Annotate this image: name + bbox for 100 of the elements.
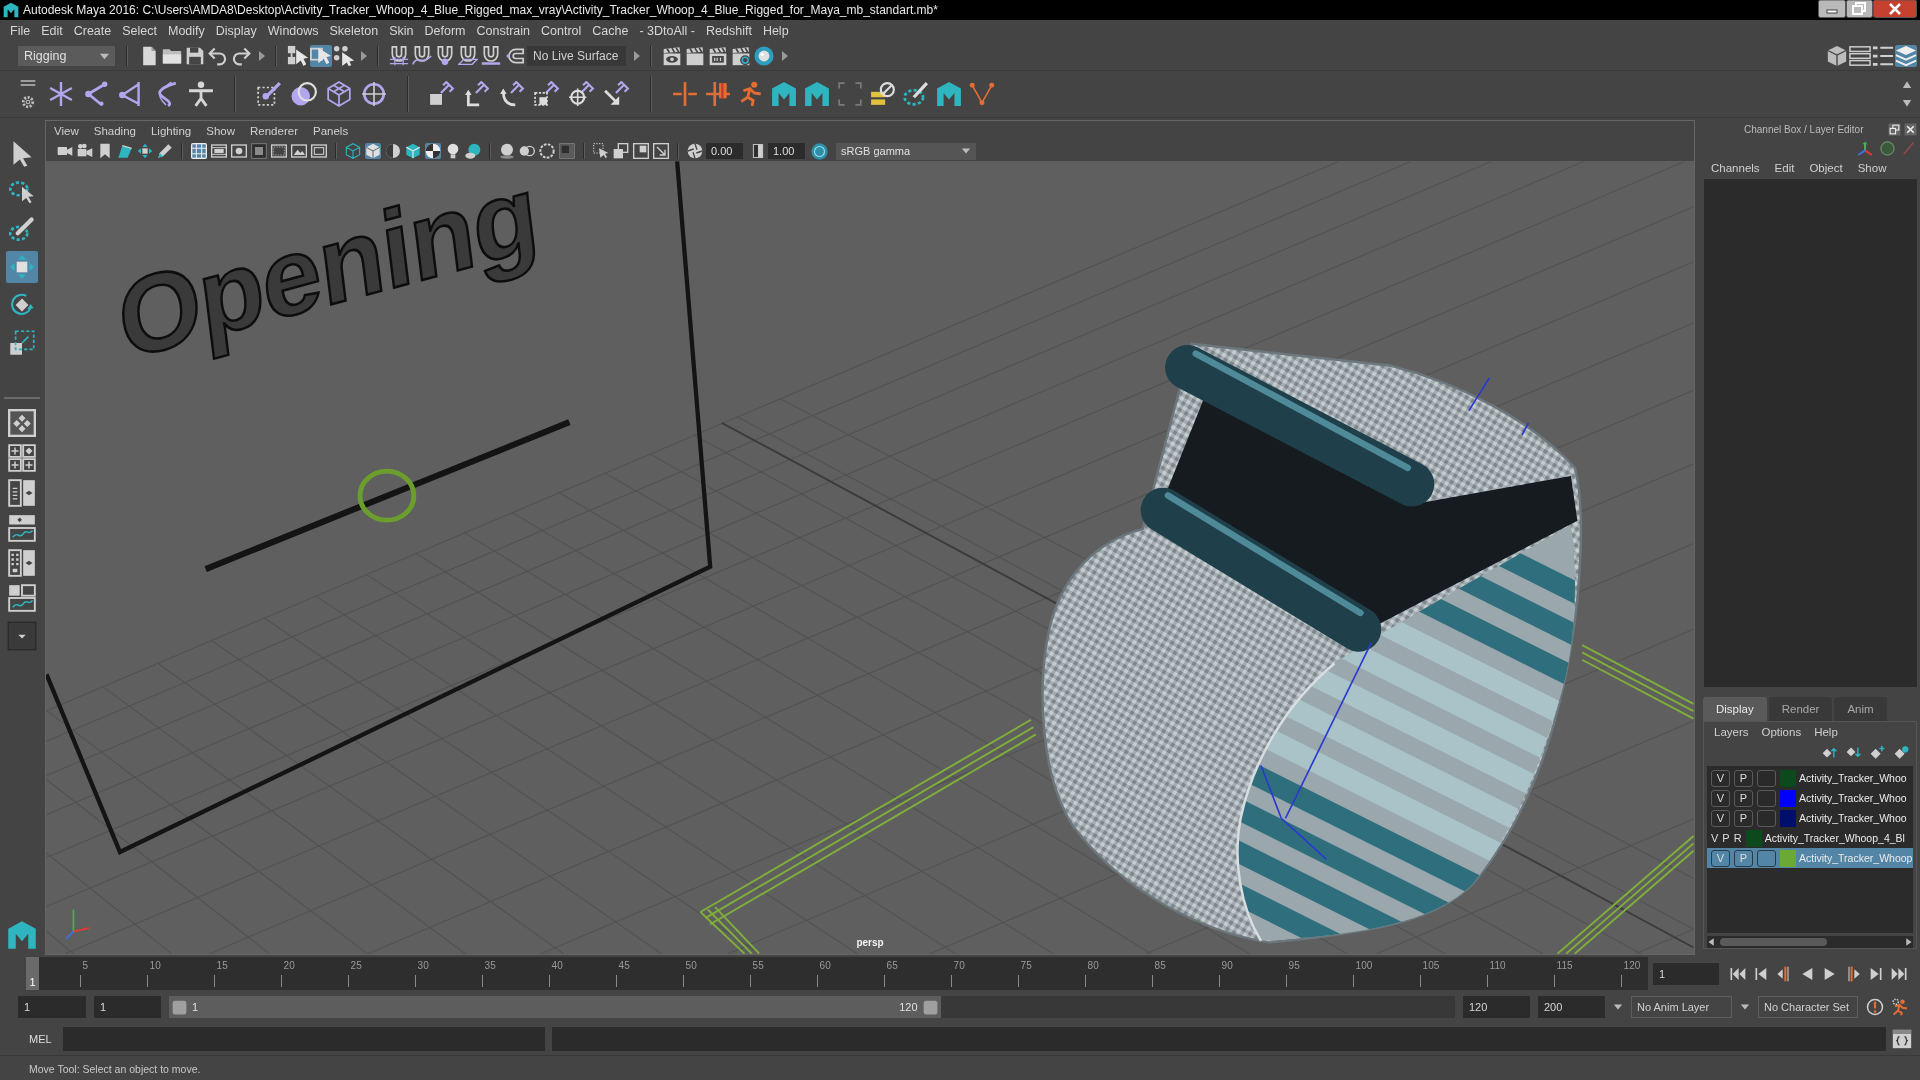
color-management-icon[interactable]: [811, 142, 828, 160]
running-figure-icon[interactable]: [1892, 998, 1910, 1016]
four-arrows-icon[interactable]: [137, 143, 153, 159]
folder-icon[interactable]: [162, 46, 182, 66]
clapperboard-eye-icon[interactable]: [662, 46, 682, 66]
list-icon[interactable]: [1849, 45, 1871, 67]
close-icon[interactable]: [1904, 123, 1917, 137]
start-frame-field[interactable]: 1: [18, 996, 86, 1018]
alert-circle-icon[interactable]: [1866, 998, 1884, 1016]
cursor-box-icon[interactable]: [593, 143, 609, 159]
framed-square-icon[interactable]: [633, 143, 649, 159]
slider-handle-icon[interactable]: [172, 999, 187, 1015]
layer-row[interactable]: V P Activity_Tracker_Whoo: [1707, 808, 1913, 828]
solid-cube-icon[interactable]: [365, 143, 381, 159]
menu-item[interactable]: Create: [73, 24, 112, 38]
two-pane-layout-icon[interactable]: [8, 479, 36, 507]
link-curved-arrow-icon[interactable]: [499, 81, 525, 107]
live-surface-field[interactable]: No Live Surface: [527, 46, 626, 66]
expand-arrow-icon[interactable]: [361, 51, 367, 61]
anim-layer-dropdown[interactable]: No Anim Layer: [1631, 996, 1732, 1018]
brush-lasso-icon[interactable]: [903, 81, 929, 107]
step-back-icon[interactable]: [1753, 965, 1769, 982]
current-frame-field[interactable]: 1: [1653, 962, 1719, 985]
reference-toggle[interactable]: R: [1733, 832, 1742, 844]
bookmark-icon[interactable]: [97, 143, 113, 159]
skip-to-start-icon[interactable]: [1730, 965, 1746, 982]
menu-item[interactable]: Skeleton: [329, 24, 379, 38]
crosshair-flag-icon[interactable]: [705, 81, 731, 107]
exposure-field[interactable]: 0.00: [706, 143, 743, 159]
tab[interactable]: Display: [1703, 697, 1767, 721]
playback-toggle[interactable]: P: [1734, 769, 1753, 787]
tab[interactable]: Render: [1768, 697, 1833, 721]
link-square-icon[interactable]: [429, 81, 455, 107]
playback-toggle[interactable]: P: [1734, 789, 1753, 807]
layer-row[interactable]: V P Activity_Tracker_Whoo: [1707, 788, 1913, 808]
menu-item[interactable]: Edit: [1774, 162, 1795, 175]
overlapping-spheres-icon[interactable]: [291, 81, 317, 107]
color-swatch-icon[interactable]: [1745, 829, 1762, 847]
menu-item[interactable]: Lighting: [150, 125, 192, 137]
menu-item[interactable]: Modify: [168, 24, 205, 38]
menu-item[interactable]: View: [54, 125, 79, 137]
shadow-sphere-icon[interactable]: [465, 143, 481, 159]
magnet-point-icon[interactable]: [435, 46, 455, 66]
redo-icon[interactable]: [231, 46, 251, 66]
layer-row[interactable]: V P Activity_Tracker_Whoo: [1707, 768, 1913, 788]
shaded-square-icon[interactable]: [559, 143, 575, 159]
menu-item[interactable]: Display: [215, 24, 257, 38]
playback-start-field[interactable]: 1: [94, 996, 161, 1018]
cube-icon[interactable]: [1826, 45, 1848, 67]
menu-item[interactable]: Edit: [41, 24, 63, 38]
expand-arrow-icon[interactable]: [782, 51, 788, 61]
next-key-icon[interactable]: [1845, 965, 1861, 982]
menu-item[interactable]: Renderer: [250, 125, 298, 137]
command-language-label[interactable]: MEL: [29, 1032, 63, 1045]
running-figure-icon[interactable]: [738, 81, 764, 107]
caret-icon[interactable]: [1613, 1002, 1623, 1012]
color-swatch-icon[interactable]: [1780, 809, 1796, 827]
settings-icon[interactable]: [21, 95, 35, 109]
playback-end-field[interactable]: 120: [1463, 996, 1530, 1018]
color-swatch-icon[interactable]: [1780, 849, 1796, 867]
link-diagonal-arrow-icon[interactable]: [604, 81, 630, 107]
link-scale-icon[interactable]: [534, 81, 560, 107]
scrollbar-thumb[interactable]: [1720, 938, 1827, 946]
ring-control[interactable]: [357, 468, 417, 523]
visibility-toggle[interactable]: V: [1711, 789, 1730, 807]
color-swatch-icon[interactable]: [1780, 769, 1796, 787]
visibility-toggle[interactable]: V: [1711, 769, 1730, 787]
shaded-frame-icon[interactable]: [251, 143, 267, 159]
skip-to-end-icon[interactable]: [1891, 965, 1907, 982]
menu-item[interactable]: File: [10, 24, 31, 38]
diamond-dot-icon[interactable]: [1893, 744, 1910, 760]
figure-icon[interactable]: [188, 81, 214, 107]
time-slider[interactable]: 5 10 15 20 25 30 35 40 45 50 55 60 65 70 75 80 85 90 95 100 105 110 115 120 1: [26, 957, 1648, 990]
image-plane-icon[interactable]: [117, 143, 133, 159]
menu-item[interactable]: - 3DtoAll -: [639, 24, 695, 38]
menu-item[interactable]: Help: [1814, 726, 1838, 738]
grid-icon[interactable]: [191, 143, 207, 159]
circle-toggle-icon[interactable]: [1880, 141, 1895, 156]
joint-chain-icon[interactable]: [83, 81, 109, 107]
dotted-frame-icon[interactable]: [271, 143, 287, 159]
diamond-plus-icon[interactable]: [1869, 744, 1886, 760]
shelf-menu-icon[interactable]: [20, 79, 36, 87]
menu-item[interactable]: Shading: [93, 125, 136, 137]
reference-toggle[interactable]: [1757, 849, 1776, 867]
scroll-left-icon[interactable]: [1707, 937, 1716, 947]
four-pane-layout-icon[interactable]: [8, 444, 36, 472]
playback-toggle[interactable]: P: [1722, 832, 1730, 844]
script-editor-icon[interactable]: [1892, 1028, 1912, 1049]
overlapping-squares-icon[interactable]: [613, 143, 629, 159]
reference-toggle[interactable]: [1757, 789, 1776, 807]
rig-control-line[interactable]: [204, 419, 571, 572]
clapperboard-icon[interactable]: [685, 46, 705, 66]
side-pane-layout-icon[interactable]: [8, 549, 36, 577]
gamma-field[interactable]: 1.00: [768, 143, 805, 159]
link-target-icon[interactable]: [569, 81, 595, 107]
restore-icon[interactable]: [1846, 0, 1873, 18]
menu-item[interactable]: Select: [122, 24, 157, 38]
vertex-path-icon[interactable]: [969, 81, 995, 107]
wireframe-cube-icon[interactable]: [345, 143, 361, 159]
menu-item[interactable]: Redshift: [706, 24, 752, 38]
